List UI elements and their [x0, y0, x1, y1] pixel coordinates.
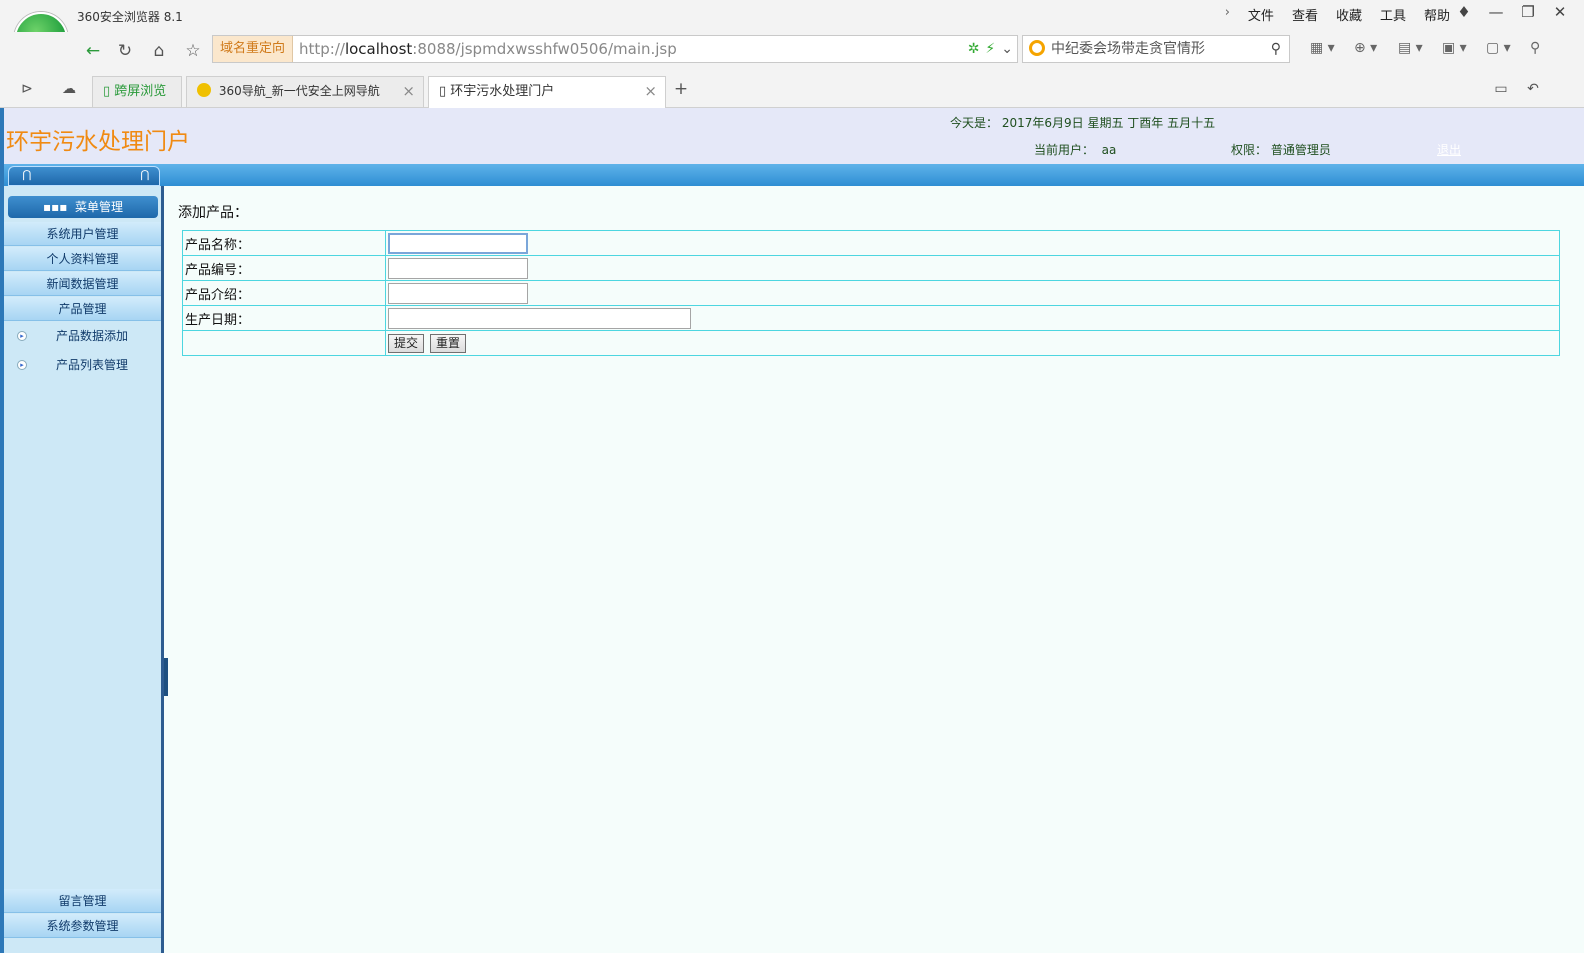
- page-content: 环宇污水处理门户 今天是： 2017年6月9日 星期五 丁酉年 五月十五 当前用…: [0, 108, 1584, 953]
- sidebar-subitem-add-product[interactable]: ▸ 产品数据添加: [4, 323, 161, 349]
- nav-bar: ← ↻ ⌂ ☆ 域名重定向 http://localhost:8088/jspm…: [0, 32, 1584, 72]
- search-input[interactable]: 中纪委会场带走贪官情形: [1051, 36, 1205, 62]
- title-bar: 360安全浏览器 8.1 › 文件 查看 收藏 工具 帮助 ♦ — ❐ ✕: [0, 0, 1584, 32]
- today-date: 今天是： 2017年6月9日 星期五 丁酉年 五月十五: [950, 116, 1216, 130]
- menu-tools[interactable]: 工具: [1380, 5, 1406, 24]
- window-controls: ♦ — ❐ ✕: [1454, 3, 1570, 21]
- submit-button[interactable]: 提交: [388, 333, 425, 353]
- form-row: 提交 重置: [182, 330, 1560, 356]
- page-icon: ▯: [439, 84, 447, 99]
- tab-360-nav[interactable]: 360导航_新一代安全上网导航 ×: [186, 76, 424, 107]
- bullet-icon: ▸: [17, 331, 27, 341]
- phone-icon: ▯: [103, 84, 111, 99]
- pin-icon: ⋂: [140, 168, 150, 181]
- minimize-icon[interactable]: —: [1486, 3, 1506, 21]
- sidebar-subitem-product-list[interactable]: ▸ 产品列表管理: [4, 352, 161, 378]
- undo-icon[interactable]: ↶: [1520, 76, 1546, 102]
- bullet-icon: ▸: [17, 360, 27, 370]
- apps-icon[interactable]: ▦ ▾: [1310, 40, 1340, 56]
- menu-help[interactable]: 帮助: [1424, 5, 1450, 24]
- main-content: 添加产品： 产品名称： 产品编号： 产品介绍： 生产日期： 提交 重置: [178, 202, 1560, 356]
- browser-menu: › 文件 查看 收藏 工具 帮助: [1225, 5, 1450, 24]
- current-user: 当前用户： aa: [1034, 143, 1117, 157]
- search-engine-icon[interactable]: [1029, 40, 1045, 56]
- sidebar: ▪▪▪ 菜单管理 系统用户管理 个人资料管理 新闻数据管理 产品管理 ▸ 产品数…: [4, 186, 164, 953]
- product-name-input[interactable]: [388, 232, 528, 254]
- address-icons: ✲ ⚡ ⌄: [968, 36, 1013, 62]
- form-row: 产品名称：: [182, 230, 1560, 256]
- field-label: 产品介绍：: [182, 280, 386, 306]
- chevron-down-icon[interactable]: ⌄: [1001, 36, 1013, 62]
- back-icon[interactable]: ←: [80, 38, 106, 64]
- field-label: 产品名称：: [182, 230, 386, 256]
- menu-file[interactable]: 文件: [1248, 5, 1274, 24]
- tab-list-icon[interactable]: ▭: [1488, 76, 1514, 102]
- close-tab-icon[interactable]: ×: [644, 77, 657, 106]
- tab-active-portal[interactable]: ▯ 环宇污水处理门户 ×: [428, 76, 666, 108]
- site-title: 环宇污水处理门户: [6, 129, 190, 155]
- tab-bar: ⊳ ☁ ▯ 跨屏浏览 360导航_新一代安全上网导航 × ▯ 环宇污水处理门户 …: [0, 72, 1584, 108]
- product-code-input[interactable]: [388, 257, 528, 279]
- chevron-right-icon[interactable]: ›: [1225, 5, 1230, 24]
- sidebar-item-messages[interactable]: 留言管理: [4, 889, 161, 913]
- close-icon[interactable]: ✕: [1550, 3, 1570, 21]
- screenshot-icon[interactable]: ▣ ▾: [1442, 40, 1472, 56]
- sidebar-item-system-users[interactable]: 系统用户管理: [4, 222, 161, 246]
- redirect-badge[interactable]: 域名重定向: [213, 36, 293, 62]
- sidebar-item-profile[interactable]: 个人资料管理: [4, 247, 161, 271]
- field-label: 生产日期：: [182, 305, 386, 331]
- shield-icon[interactable]: ⊕ ▾: [1354, 40, 1384, 56]
- refresh-icon[interactable]: ↻: [112, 38, 138, 64]
- form-row: 产品编号：: [182, 255, 1560, 281]
- production-date-input[interactable]: [388, 307, 691, 329]
- url-text[interactable]: http://localhost:8088/jspmdxwsshfw0506/m…: [299, 36, 677, 62]
- new-tab-icon[interactable]: +: [668, 76, 694, 102]
- menu-view[interactable]: 查看: [1292, 5, 1318, 24]
- search-box[interactable]: 中纪委会场带走贪官情形 ⚲: [1022, 35, 1290, 63]
- form-row: 产品介绍：: [182, 280, 1560, 306]
- app-title: 360安全浏览器 8.1: [77, 10, 183, 24]
- menu-favorites[interactable]: 收藏: [1336, 5, 1362, 24]
- grid-icon: ▪▪▪: [42, 200, 68, 214]
- cloud-icon[interactable]: ☁: [56, 76, 82, 102]
- pin-icon: ⋂: [22, 168, 32, 181]
- close-tab-icon[interactable]: ×: [402, 77, 415, 106]
- home-icon[interactable]: ⌂: [146, 38, 172, 64]
- game-icon[interactable]: ▢ ▾: [1486, 40, 1516, 56]
- menu-header[interactable]: ▪▪▪ 菜单管理: [8, 196, 158, 218]
- product-intro-input[interactable]: [388, 282, 528, 304]
- sidebar-item-news[interactable]: 新闻数据管理: [4, 272, 161, 296]
- shirt-icon[interactable]: ♦: [1454, 3, 1474, 21]
- refresh-green-icon[interactable]: ✲: [968, 36, 980, 62]
- top-strip: ⋂ ⋂: [4, 164, 1584, 186]
- collapse-bar[interactable]: ⋂ ⋂: [8, 166, 160, 186]
- tab-cross-screen[interactable]: ▯ 跨屏浏览: [92, 76, 182, 107]
- field-label: 产品编号：: [182, 255, 386, 281]
- reset-button[interactable]: 重置: [430, 333, 467, 353]
- address-bar[interactable]: 域名重定向 http://localhost:8088/jspmdxwsshfw…: [212, 35, 1018, 63]
- plus-circle-icon: [197, 83, 211, 97]
- zoom-icon[interactable]: ⚲: [1530, 40, 1560, 56]
- site-header: 环宇污水处理门户 今天是： 2017年6月9日 星期五 丁酉年 五月十五 当前用…: [4, 108, 1584, 164]
- sidebar-splitter[interactable]: [164, 658, 168, 696]
- logout-link[interactable]: 退出: [1437, 141, 1461, 158]
- restore-icon[interactable]: ❐: [1518, 3, 1538, 21]
- product-form: 产品名称： 产品编号： 产品介绍： 生产日期： 提交 重置: [182, 230, 1560, 356]
- sidebar-item-products[interactable]: 产品管理: [4, 297, 161, 321]
- extension-icons: ▦ ▾ ⊕ ▾ ▤ ▾ ▣ ▾ ▢ ▾ ⚲: [1310, 40, 1560, 56]
- sidebar-item-system-params[interactable]: 系统参数管理: [4, 914, 161, 938]
- form-row: 生产日期：: [182, 305, 1560, 331]
- lightning-icon[interactable]: ⚡: [985, 36, 995, 62]
- form-title: 添加产品：: [178, 205, 248, 221]
- sidebar-toggle-icon[interactable]: ⊳: [14, 76, 40, 102]
- pdf-icon[interactable]: ▤ ▾: [1398, 40, 1428, 56]
- search-icon[interactable]: ⚲: [1271, 36, 1281, 62]
- star-icon[interactable]: ☆: [180, 38, 206, 64]
- user-role: 权限： 普通管理员: [1231, 143, 1331, 157]
